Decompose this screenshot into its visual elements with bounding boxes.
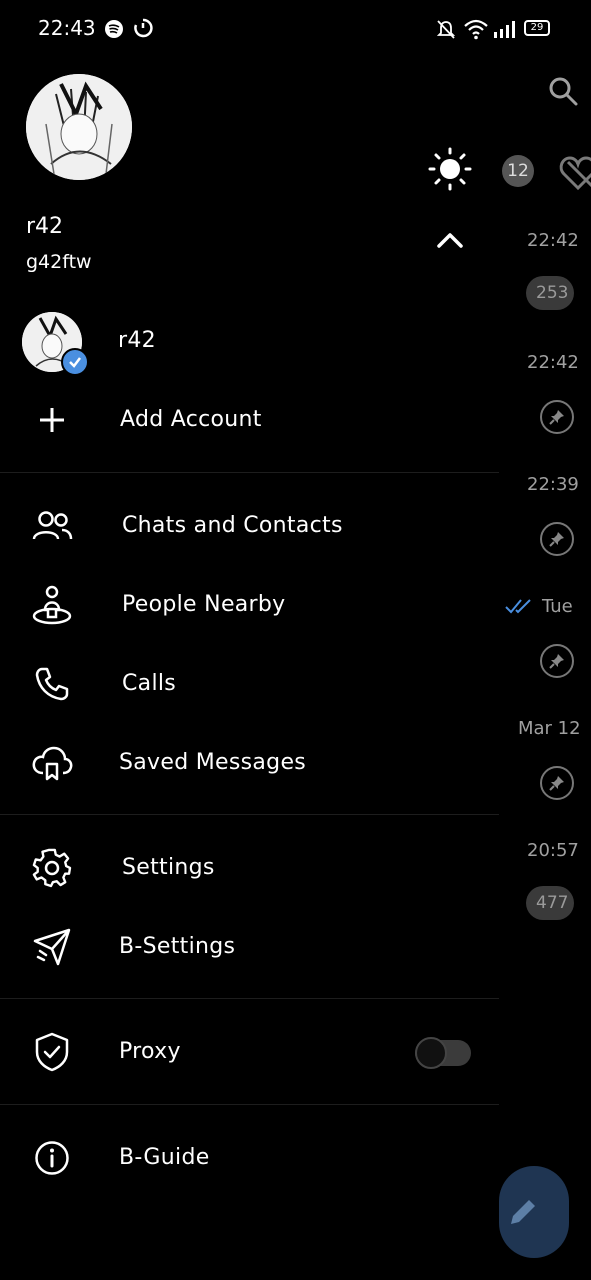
pin-icon bbox=[540, 644, 574, 678]
chat-time: 22:39 bbox=[527, 474, 579, 495]
pin-icon bbox=[540, 400, 574, 434]
battery-level: 29 bbox=[530, 22, 544, 33]
account-name: r42 bbox=[118, 328, 156, 353]
menu-item-saved-messages[interactable]: Saved Messages bbox=[0, 735, 499, 795]
menu-label: Saved Messages bbox=[119, 750, 307, 775]
unread-count-badge: 12 bbox=[502, 155, 534, 187]
menu-item-chats-contacts[interactable]: Chats and Contacts bbox=[0, 498, 499, 558]
unread-badge: 477 bbox=[526, 886, 574, 920]
phone-icon bbox=[30, 662, 74, 706]
heart-icon bbox=[558, 156, 591, 196]
menu-item-calls[interactable]: Calls bbox=[0, 656, 499, 716]
search-icon[interactable] bbox=[548, 76, 578, 110]
chat-time: 20:57 bbox=[527, 840, 579, 861]
menu-item-people-nearby[interactable]: People Nearby bbox=[0, 577, 499, 637]
divider bbox=[0, 472, 499, 473]
proxy-toggle-knob[interactable] bbox=[415, 1037, 447, 1069]
cloud-bookmark-icon bbox=[30, 741, 74, 785]
add-account-label: Add Account bbox=[120, 407, 262, 432]
menu-label: B-Settings bbox=[119, 934, 236, 959]
people-nearby-icon bbox=[30, 583, 74, 627]
profile-username: g42ftw bbox=[26, 251, 92, 273]
chat-time: Tue bbox=[542, 596, 573, 617]
plus-icon bbox=[30, 398, 74, 442]
timer-icon bbox=[133, 18, 153, 42]
battery-icon: 29 bbox=[524, 20, 550, 36]
chat-time: 22:42 bbox=[527, 230, 579, 251]
theme-toggle-sun-icon[interactable] bbox=[428, 147, 472, 195]
bell-off-icon bbox=[436, 19, 456, 43]
people-icon bbox=[30, 504, 74, 548]
wifi-icon bbox=[463, 18, 489, 44]
profile-name: r42 bbox=[26, 214, 64, 239]
menu-label: People Nearby bbox=[122, 592, 286, 617]
pin-icon bbox=[540, 766, 574, 800]
account-row[interactable]: r42 bbox=[0, 300, 499, 380]
divider bbox=[0, 814, 499, 815]
navigation-drawer: 12 r42 g42ftw r42 Add Account Chats and … bbox=[0, 0, 534, 1280]
profile-avatar[interactable] bbox=[26, 74, 132, 180]
chat-time: Mar 12 bbox=[518, 718, 581, 739]
menu-label: Calls bbox=[122, 671, 177, 696]
paper-plane-icon bbox=[30, 925, 74, 969]
divider bbox=[0, 1104, 499, 1105]
add-account-button[interactable]: Add Account bbox=[0, 392, 499, 452]
compose-button[interactable] bbox=[499, 1166, 569, 1258]
pencil-icon bbox=[507, 1196, 539, 1232]
chat-time: 22:42 bbox=[527, 352, 579, 373]
spotify-icon bbox=[104, 19, 124, 43]
menu-label: Proxy bbox=[119, 1039, 181, 1064]
pin-icon bbox=[540, 522, 574, 556]
info-icon bbox=[30, 1136, 74, 1180]
status-time: 22:43 bbox=[38, 16, 96, 40]
gear-icon bbox=[30, 846, 74, 890]
shield-check-icon bbox=[30, 1030, 74, 1074]
menu-label: Settings bbox=[122, 855, 215, 880]
menu-item-b-settings[interactable]: B-Settings bbox=[0, 919, 499, 979]
menu-label: B-Guide bbox=[119, 1145, 210, 1170]
signal-icon bbox=[493, 20, 517, 42]
menu-item-b-guide[interactable]: B-Guide bbox=[0, 1130, 499, 1190]
status-bar: 22:43 29 bbox=[0, 0, 591, 60]
unread-badge: 253 bbox=[526, 276, 574, 310]
active-account-check-icon bbox=[61, 348, 89, 376]
chevron-up-icon[interactable] bbox=[436, 230, 464, 254]
divider bbox=[0, 998, 499, 999]
read-ticks-icon bbox=[505, 598, 535, 618]
menu-label: Chats and Contacts bbox=[122, 513, 343, 538]
menu-item-settings[interactable]: Settings bbox=[0, 840, 499, 900]
